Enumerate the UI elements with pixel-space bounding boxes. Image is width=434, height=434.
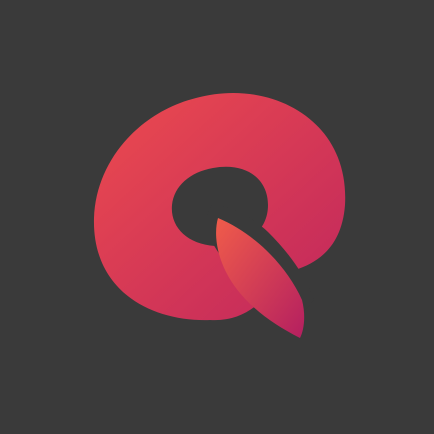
app-icon-tile — [0, 0, 434, 434]
q-logo-icon — [93, 92, 346, 338]
